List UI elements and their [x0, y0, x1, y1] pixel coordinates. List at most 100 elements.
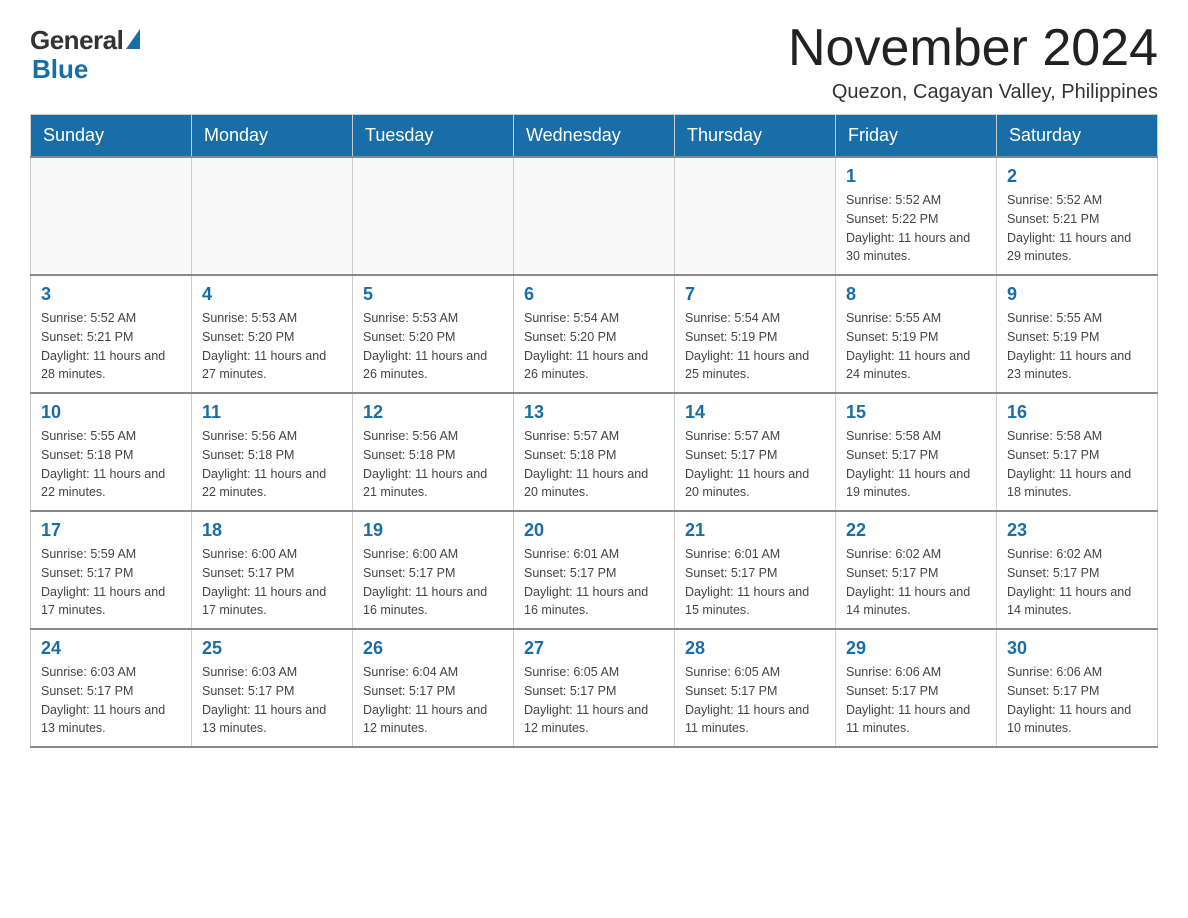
day-info: Sunrise: 6:02 AM Sunset: 5:17 PM Dayligh… [1007, 545, 1147, 620]
day-info: Sunrise: 6:05 AM Sunset: 5:17 PM Dayligh… [524, 663, 664, 738]
calendar-cell: 9Sunrise: 5:55 AM Sunset: 5:19 PM Daylig… [997, 275, 1158, 393]
day-info: Sunrise: 5:53 AM Sunset: 5:20 PM Dayligh… [363, 309, 503, 384]
calendar-cell [514, 157, 675, 275]
day-info: Sunrise: 5:58 AM Sunset: 5:17 PM Dayligh… [1007, 427, 1147, 502]
calendar-cell [192, 157, 353, 275]
calendar-cell: 20 Sunrise: 6:01 AM Sunset: 5:17 PM Dayli… [514, 511, 675, 629]
page-header: General Blue November 2024 Quezon, Cagay… [30, 20, 1158, 104]
day-info: Sunrise: 6:00 AM Sunset: 5:17 PM Dayligh… [363, 545, 503, 620]
day-number: 18 [202, 520, 342, 541]
day-number: 9 [1007, 284, 1147, 305]
logo: General Blue [30, 20, 140, 85]
day-number: 4 [202, 284, 342, 305]
day-number: 6 [524, 284, 664, 305]
logo-triangle-icon [126, 29, 140, 49]
day-info: Sunrise: 5:58 AM Sunset: 5:17 PM Dayligh… [846, 427, 986, 502]
day-info: Sunrise: 6:06 AM Sunset: 5:17 PM Dayligh… [1007, 663, 1147, 738]
calendar-week-3: 10Sunrise: 5:55 AM Sunset: 5:18 PM Dayli… [31, 393, 1158, 511]
calendar-week-4: 17Sunrise: 5:59 AM Sunset: 5:17 PM Dayli… [31, 511, 1158, 629]
day-info: Sunrise: 5:56 AM Sunset: 5:18 PM Dayligh… [363, 427, 503, 502]
weekday-header-thursday: Thursday [675, 115, 836, 158]
day-info: Sunrise: 5:56 AM Sunset: 5:18 PM Dayligh… [202, 427, 342, 502]
day-number: 22 [846, 520, 986, 541]
day-info: Sunrise: 6:02 AM Sunset: 5:17 PM Dayligh… [846, 545, 986, 620]
day-number: 25 [202, 638, 342, 659]
calendar-cell: 26 Sunrise: 6:04 AM Sunset: 5:17 PM Dayli… [353, 629, 514, 747]
calendar-cell: 19 Sunrise: 6:00 AM Sunset: 5:17 PM Dayli… [353, 511, 514, 629]
weekday-header-saturday: Saturday [997, 115, 1158, 158]
day-info: Sunrise: 6:00 AM Sunset: 5:17 PM Dayligh… [202, 545, 342, 620]
day-info: Sunrise: 6:01 AM Sunset: 5:17 PM Dayligh… [685, 545, 825, 620]
day-number: 3 [41, 284, 181, 305]
day-number: 23 [1007, 520, 1147, 541]
day-number: 29 [846, 638, 986, 659]
day-number: 27 [524, 638, 664, 659]
day-number: 11 [202, 402, 342, 423]
day-info: Sunrise: 6:04 AM Sunset: 5:17 PM Dayligh… [363, 663, 503, 738]
calendar-cell [675, 157, 836, 275]
day-number: 2 [1007, 166, 1147, 187]
day-info: Sunrise: 6:06 AM Sunset: 5:17 PM Dayligh… [846, 663, 986, 738]
day-info: Sunrise: 5:53 AM Sunset: 5:20 PM Dayligh… [202, 309, 342, 384]
day-number: 10 [41, 402, 181, 423]
day-number: 7 [685, 284, 825, 305]
calendar-cell: 14Sunrise: 5:57 AM Sunset: 5:17 PM Dayli… [675, 393, 836, 511]
month-title: November 2024 [788, 20, 1158, 77]
calendar-cell: 17Sunrise: 5:59 AM Sunset: 5:17 PM Dayli… [31, 511, 192, 629]
calendar-cell: 5 Sunrise: 5:53 AM Sunset: 5:20 PM Daylig… [353, 275, 514, 393]
title-section: November 2024 Quezon, Cagayan Valley, Ph… [788, 20, 1158, 104]
weekday-header-sunday: Sunday [31, 115, 192, 158]
day-number: 20 [524, 520, 664, 541]
day-info: Sunrise: 5:55 AM Sunset: 5:19 PM Dayligh… [846, 309, 986, 384]
calendar-cell: 12 Sunrise: 5:56 AM Sunset: 5:18 PM Dayli… [353, 393, 514, 511]
calendar-cell [31, 157, 192, 275]
day-number: 19 [363, 520, 503, 541]
calendar-cell: 28Sunrise: 6:05 AM Sunset: 5:17 PM Dayli… [675, 629, 836, 747]
day-number: 14 [685, 402, 825, 423]
calendar-week-2: 3 Sunrise: 5:52 AM Sunset: 5:21 PM Daylig… [31, 275, 1158, 393]
calendar-cell: 3 Sunrise: 5:52 AM Sunset: 5:21 PM Daylig… [31, 275, 192, 393]
calendar-cell [353, 157, 514, 275]
day-info: Sunrise: 6:03 AM Sunset: 5:17 PM Dayligh… [202, 663, 342, 738]
day-number: 1 [846, 166, 986, 187]
day-info: Sunrise: 5:54 AM Sunset: 5:20 PM Dayligh… [524, 309, 664, 384]
day-number: 30 [1007, 638, 1147, 659]
logo-general-text: General [30, 25, 123, 56]
day-number: 21 [685, 520, 825, 541]
calendar-cell: 15 Sunrise: 5:58 AM Sunset: 5:17 PM Dayli… [836, 393, 997, 511]
day-number: 24 [41, 638, 181, 659]
day-info: Sunrise: 5:54 AM Sunset: 5:19 PM Dayligh… [685, 309, 825, 384]
location-title: Quezon, Cagayan Valley, Philippines [788, 81, 1158, 104]
day-number: 16 [1007, 402, 1147, 423]
calendar-cell: 21 Sunrise: 6:01 AM Sunset: 5:17 PM Dayli… [675, 511, 836, 629]
calendar-cell: 23 Sunrise: 6:02 AM Sunset: 5:17 PM Dayli… [997, 511, 1158, 629]
day-info: Sunrise: 6:05 AM Sunset: 5:17 PM Dayligh… [685, 663, 825, 738]
calendar-cell: 30 Sunrise: 6:06 AM Sunset: 5:17 PM Dayli… [997, 629, 1158, 747]
day-number: 15 [846, 402, 986, 423]
day-info: Sunrise: 6:01 AM Sunset: 5:17 PM Dayligh… [524, 545, 664, 620]
calendar-cell: 24 Sunrise: 6:03 AM Sunset: 5:17 PM Dayli… [31, 629, 192, 747]
day-number: 26 [363, 638, 503, 659]
day-number: 8 [846, 284, 986, 305]
calendar-cell: 10Sunrise: 5:55 AM Sunset: 5:18 PM Dayli… [31, 393, 192, 511]
calendar-cell: 1Sunrise: 5:52 AM Sunset: 5:22 PM Daylig… [836, 157, 997, 275]
calendar-cell: 25 Sunrise: 6:03 AM Sunset: 5:17 PM Dayli… [192, 629, 353, 747]
day-info: Sunrise: 5:52 AM Sunset: 5:21 PM Dayligh… [1007, 191, 1147, 266]
day-info: Sunrise: 6:03 AM Sunset: 5:17 PM Dayligh… [41, 663, 181, 738]
calendar-cell: 29 Sunrise: 6:06 AM Sunset: 5:17 PM Dayli… [836, 629, 997, 747]
weekday-header-monday: Monday [192, 115, 353, 158]
day-number: 5 [363, 284, 503, 305]
calendar-cell: 6 Sunrise: 5:54 AM Sunset: 5:20 PM Daylig… [514, 275, 675, 393]
calendar-header-row: SundayMondayTuesdayWednesdayThursdayFrid… [31, 115, 1158, 158]
calendar-table: SundayMondayTuesdayWednesdayThursdayFrid… [30, 114, 1158, 748]
calendar-cell: 2 Sunrise: 5:52 AM Sunset: 5:21 PM Daylig… [997, 157, 1158, 275]
calendar-cell: 22 Sunrise: 6:02 AM Sunset: 5:17 PM Dayli… [836, 511, 997, 629]
calendar-week-5: 24 Sunrise: 6:03 AM Sunset: 5:17 PM Dayli… [31, 629, 1158, 747]
calendar-cell: 27 Sunrise: 6:05 AM Sunset: 5:17 PM Dayli… [514, 629, 675, 747]
day-number: 12 [363, 402, 503, 423]
logo-blue-text: Blue [32, 54, 88, 85]
day-number: 17 [41, 520, 181, 541]
weekday-header-wednesday: Wednesday [514, 115, 675, 158]
day-info: Sunrise: 5:52 AM Sunset: 5:21 PM Dayligh… [41, 309, 181, 384]
weekday-header-tuesday: Tuesday [353, 115, 514, 158]
